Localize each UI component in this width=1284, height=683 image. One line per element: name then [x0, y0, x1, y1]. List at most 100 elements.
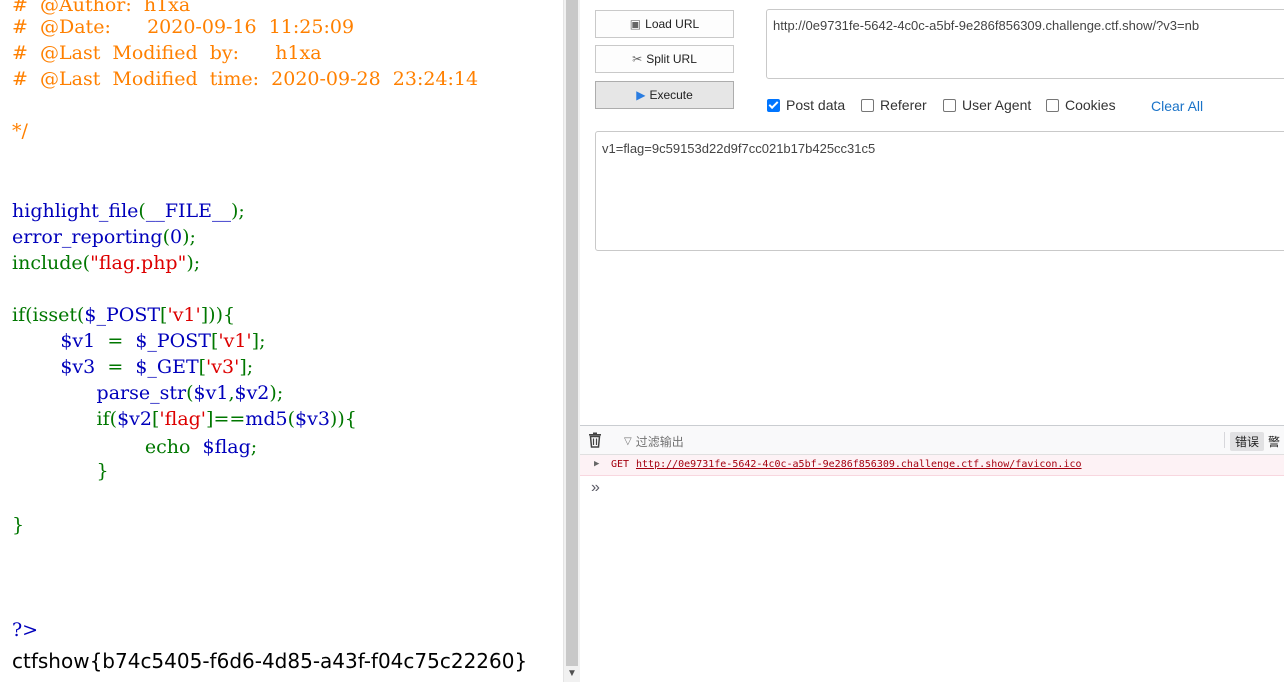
code-token: parse_str — [12, 382, 187, 404]
code-token: ( — [162, 226, 170, 248]
code-token: $v1 — [12, 330, 108, 352]
split-url-button[interactable]: ✂ Split URL — [595, 45, 734, 73]
warnings-filter-tab[interactable]: 警 — [1268, 433, 1280, 450]
code-token: ; — [250, 436, 258, 458]
code-line: # @Last Modified time: 2020-09-28 23:24:… — [12, 66, 478, 92]
vertical-scrollbar[interactable]: ▼ — [563, 0, 580, 682]
code-token: ]== — [206, 408, 246, 430]
user-agent-check-icon[interactable] — [943, 98, 956, 112]
clear-all-link[interactable]: Clear All — [1151, 98, 1203, 114]
hackbar-panel: ▣ Load URL ✂ Split URL ▶ Execute http://… — [580, 0, 1284, 425]
code-line: # @Date: 2020-09-16 11:25:09 — [12, 14, 354, 40]
code-line: # @Last Modified by: h1xa — [12, 40, 322, 66]
code-token: } — [12, 514, 25, 536]
console-prompt-icon[interactable]: » — [591, 479, 600, 497]
referer-checkbox[interactable]: Referer — [861, 97, 927, 113]
code-token: if(isset( — [12, 304, 85, 326]
code-token: $v3 — [12, 356, 108, 378]
load-url-button[interactable]: ▣ Load URL — [595, 10, 734, 38]
code-line: ?> — [12, 617, 38, 643]
load-url-icon: ▣ — [629, 17, 642, 31]
code-token: ( — [138, 200, 146, 222]
cookies-label: Cookies — [1065, 97, 1116, 113]
code-token: $v3 — [295, 408, 330, 430]
code-token: [ — [198, 356, 207, 378]
code-line: parse_str($v1,$v2); — [12, 380, 284, 406]
execute-label: Execute — [649, 88, 693, 102]
code-token: ); — [231, 200, 245, 222]
code-token: # @Last Modified time: 2020-09-28 23:24:… — [12, 68, 479, 90]
devtools-console: ▽ 过滤输出 错误 警 ▶ GET http://0e9731fe-5642-4… — [580, 425, 1284, 683]
code-token: = — [107, 330, 136, 352]
code-token: ])){ — [200, 304, 236, 326]
code-token: $_GET — [135, 356, 199, 378]
code-line: */ — [12, 118, 28, 144]
console-filter-input[interactable]: ▽ 过滤输出 — [624, 433, 684, 450]
split-url-label: Split URL — [646, 52, 697, 66]
trash-icon[interactable] — [588, 432, 602, 448]
code-token: */ — [12, 120, 28, 142]
code-token: error_reporting — [12, 226, 163, 248]
code-token: $flag — [202, 436, 251, 458]
cookies-checkbox[interactable]: Cookies — [1046, 97, 1116, 113]
play-icon: ▶ — [636, 88, 646, 102]
post-data-check-icon[interactable] — [767, 98, 780, 112]
error-url-link[interactable]: http://0e9731fe-5642-4c0c-a5bf-9e286f856… — [636, 459, 1082, 470]
console-error-row[interactable]: ▶ GET http://0e9731fe-5642-4c0c-a5bf-9e2… — [580, 455, 1284, 476]
cookies-check-icon[interactable] — [1046, 98, 1059, 112]
code-token: highlight_file — [12, 200, 139, 222]
errors-filter-tab[interactable]: 错误 — [1230, 432, 1265, 451]
load-url-label: Load URL — [645, 17, 700, 31]
code-line: include("flag.php"); — [12, 250, 200, 276]
php-source-view: # @Author: h1xa # @Date: 2020-09-16 11:25… — [0, 0, 563, 682]
code-token: $_POST — [135, 330, 211, 352]
code-line: $v3 = $_GET['v3']; — [12, 354, 253, 380]
scrollbar-thumb[interactable] — [566, 0, 578, 666]
expand-arrow-icon[interactable]: ▶ — [594, 459, 599, 469]
code-token: $v1 — [193, 382, 229, 404]
code-token: ]; — [239, 356, 254, 378]
flag-output-text: ctfshow{b74c5405-f6d6-4d85-a43f-f04c75c2… — [12, 649, 528, 673]
code-line: } — [12, 512, 24, 538]
code-token: "flag.php" — [90, 252, 187, 274]
code-line: $v1 = $_POST['v1']; — [12, 328, 265, 354]
filter-placeholder: 过滤输出 — [635, 435, 684, 449]
code-line: highlight_file(__FILE__); — [12, 198, 245, 224]
code-token: __FILE__ — [145, 200, 232, 222]
user-agent-checkbox[interactable]: User Agent — [943, 97, 1031, 113]
code-token: $v2 — [234, 382, 270, 404]
toolbar-divider — [1224, 432, 1225, 448]
execute-button[interactable]: ▶ Execute — [595, 81, 734, 109]
code-token: = — [107, 356, 136, 378]
post-data-textarea[interactable]: v1=flag=9c59153d22d9f7cc021b17b425cc31c5 — [595, 131, 1284, 251]
code-token: include( — [12, 252, 91, 274]
code-token: 'v1' — [167, 304, 201, 326]
code-line: error_reporting(0); — [12, 224, 196, 250]
url-input[interactable]: http://0e9731fe-5642-4c0c-a5bf-9e286f856… — [766, 9, 1284, 79]
code-token: if( — [12, 408, 118, 430]
code-token: ( — [287, 408, 295, 430]
code-token: 'flag' — [159, 408, 207, 430]
url-value: http://0e9731fe-5642-4c0c-a5bf-9e286f856… — [773, 18, 1200, 33]
console-toolbar: ▽ 过滤输出 错误 警 — [580, 426, 1284, 455]
code-token: # @Date: 2020-09-16 11:25:09 — [12, 16, 355, 38]
code-token: ); — [182, 226, 196, 248]
request-method: GET — [611, 459, 630, 470]
code-token: $v2 — [117, 408, 152, 430]
filter-funnel-icon: ▽ — [624, 436, 632, 447]
post-data-checkbox[interactable]: Post data — [767, 97, 845, 113]
code-token: 0 — [169, 226, 183, 248]
code-line: echo $flag; — [12, 434, 257, 460]
scissors-icon: ✂ — [632, 52, 643, 66]
post-data-label: Post data — [786, 97, 846, 113]
code-line: if(isset($_POST['v1'])){ — [12, 302, 235, 328]
code-token: ]; — [251, 330, 266, 352]
code-token: ); — [269, 382, 284, 404]
code-token: )){ — [329, 408, 357, 430]
referer-check-icon[interactable] — [861, 98, 874, 112]
code-token: ( — [186, 382, 194, 404]
code-line: } — [12, 458, 109, 484]
code-token: $_POST — [84, 304, 161, 326]
code-token: ); — [186, 252, 201, 274]
scroll-down-arrow-icon[interactable]: ▼ — [564, 666, 580, 682]
